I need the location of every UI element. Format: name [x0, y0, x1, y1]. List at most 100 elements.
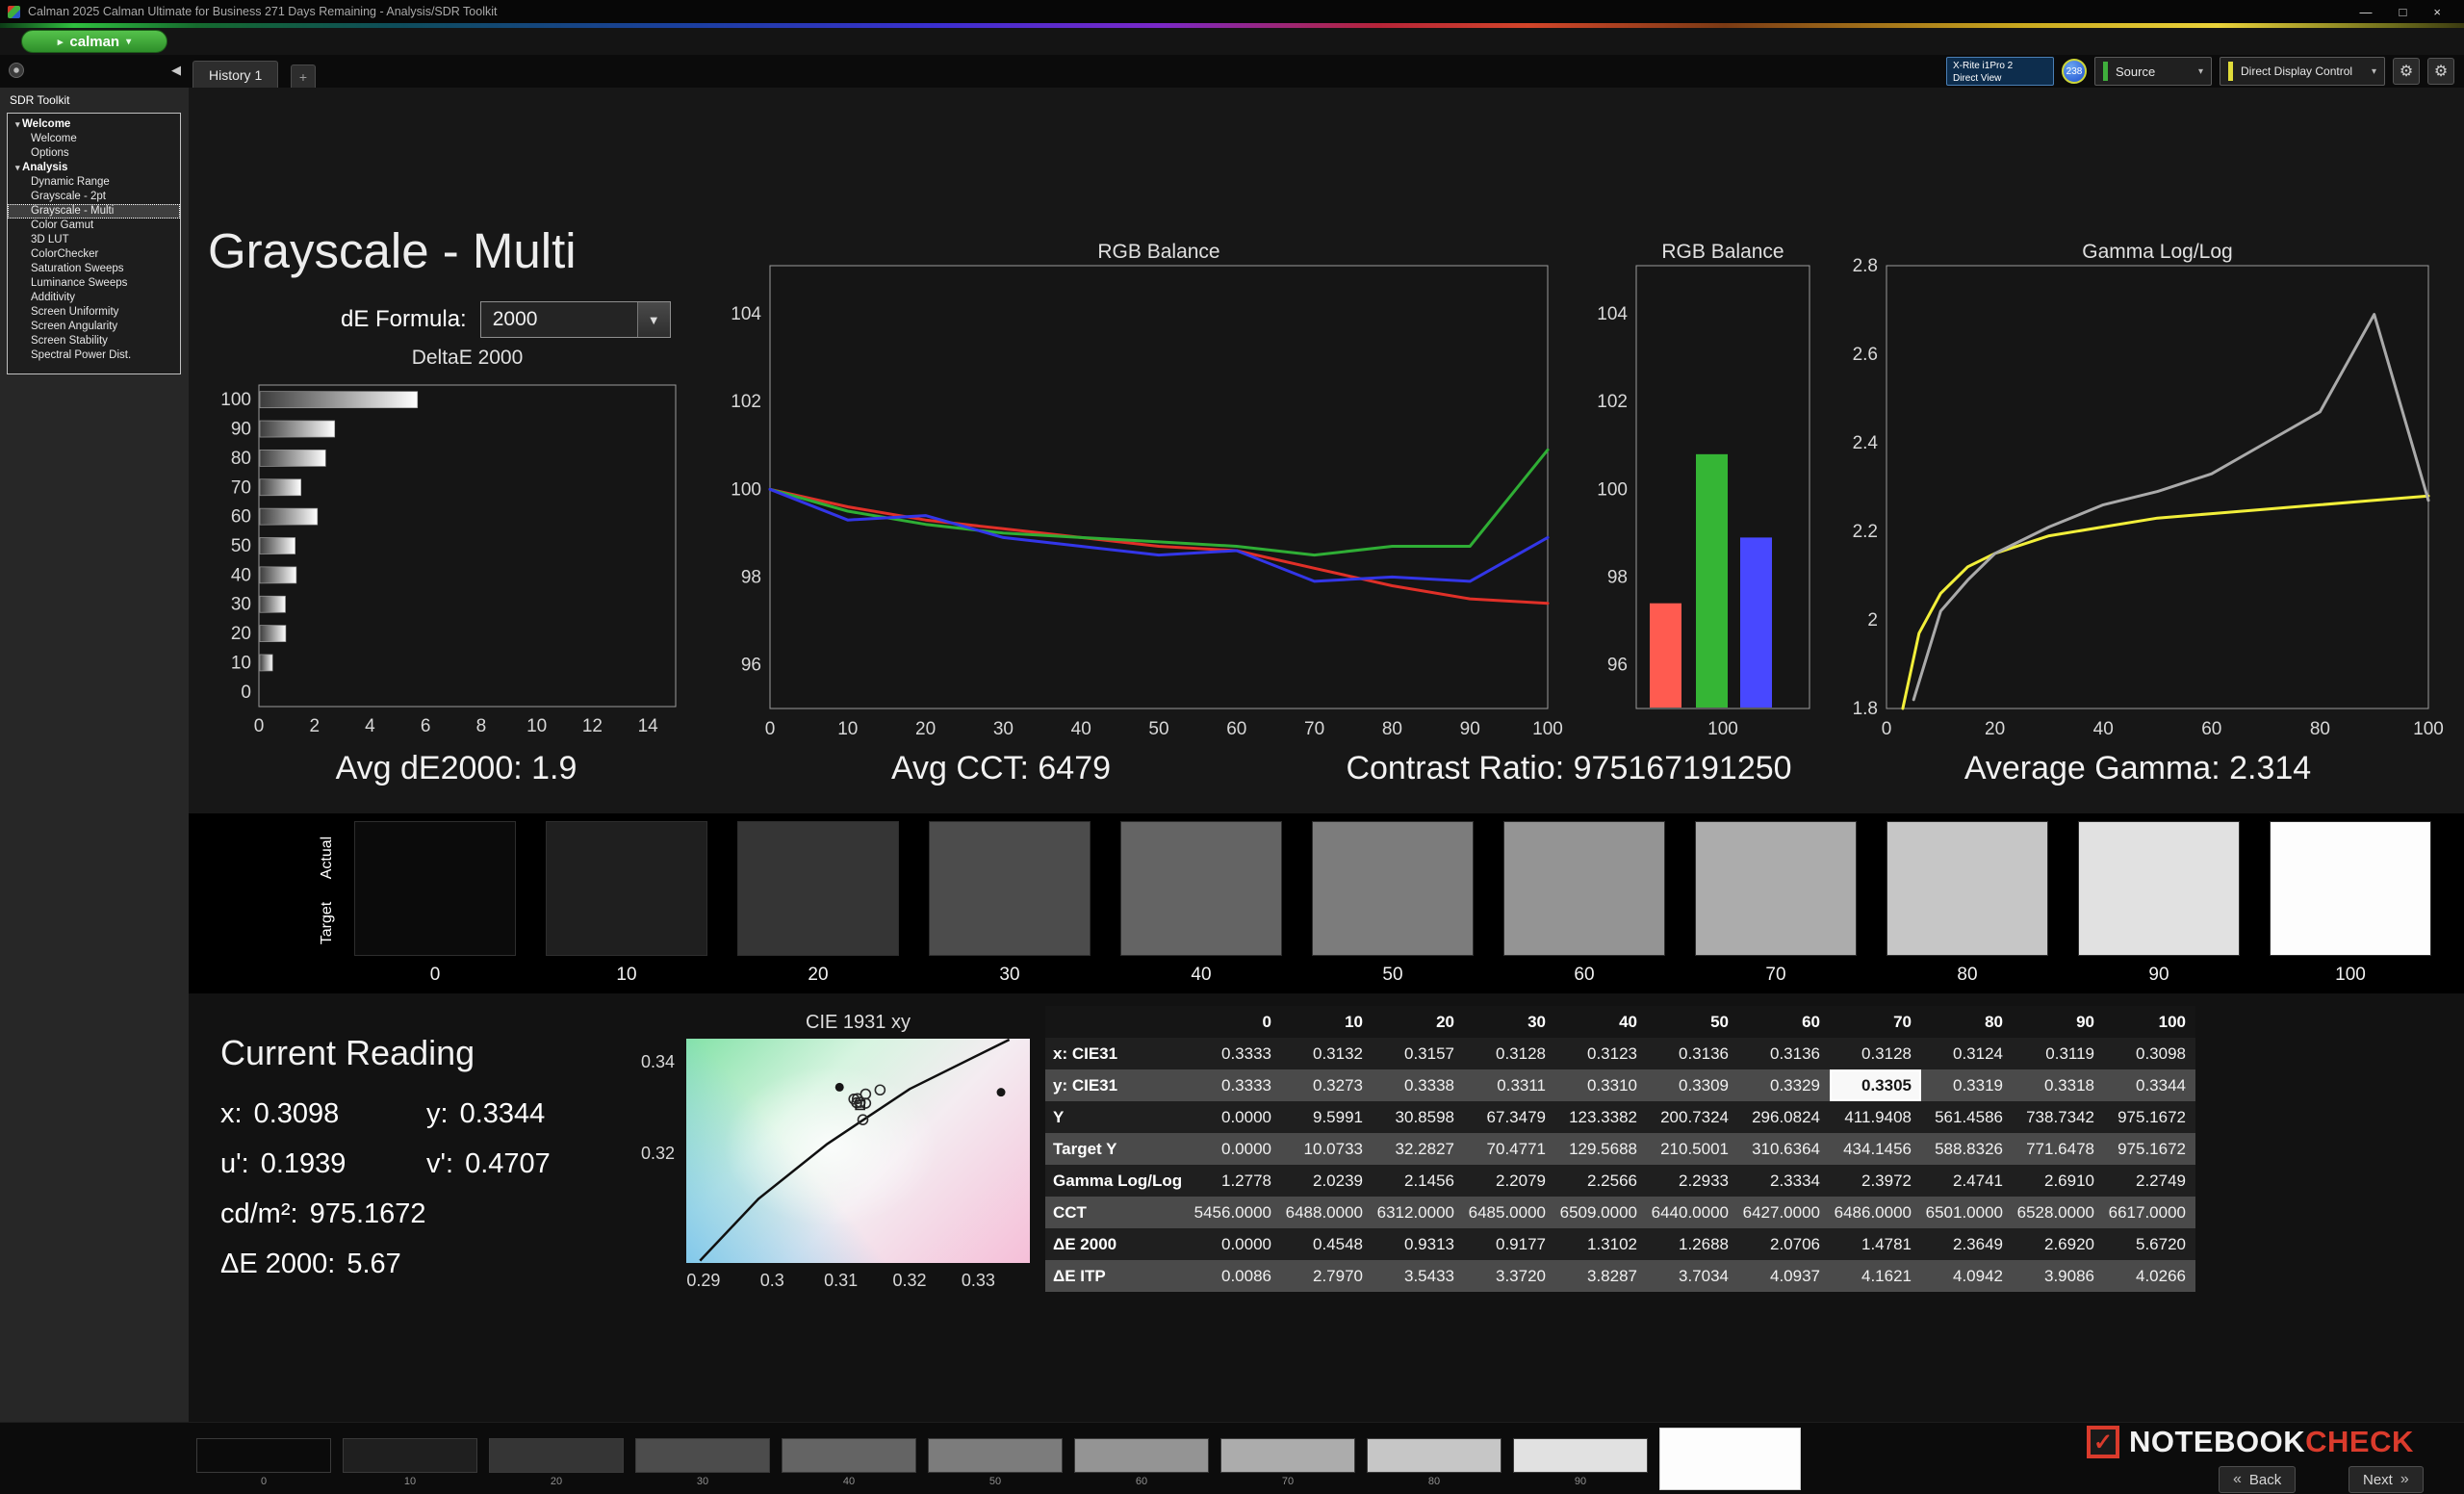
table-cell: 6509.0000 [1555, 1197, 1647, 1228]
table-cell: 6486.0000 [1830, 1197, 1921, 1228]
table-cell: 0.3128 [1830, 1038, 1921, 1069]
patch-30[interactable]: 30 [635, 1438, 770, 1487]
sidebar-item-spectral-power-dist-[interactable]: Spectral Power Dist. [8, 348, 180, 363]
patch-40[interactable]: 40 [782, 1438, 916, 1487]
meter-device-button[interactable]: X-Rite i1Pro 2 Direct View [1946, 57, 2054, 86]
sidebar-item-saturation-sweeps[interactable]: Saturation Sweeps [8, 262, 180, 276]
patch-10[interactable]: 10 [343, 1438, 477, 1487]
table-cell: 30.8598 [1373, 1101, 1464, 1133]
tab-history-1[interactable]: History 1 [192, 61, 279, 88]
patch-50[interactable]: 50 [928, 1438, 1063, 1487]
table-col-header: 100 [2104, 1006, 2195, 1038]
table-cell: 0.0000 [1190, 1228, 1281, 1260]
sidebar-item-grayscale-2pt[interactable]: Grayscale - 2pt [8, 190, 180, 204]
grayscale-swatch-40: 40 [1120, 821, 1282, 986]
table-col-header: 40 [1555, 1006, 1647, 1038]
svg-text:80: 80 [1382, 719, 1402, 739]
settings-gear-icon[interactable]: ⚙ [2393, 58, 2420, 85]
table-cell: 210.5001 [1647, 1133, 1738, 1165]
sidebar-item-welcome[interactable]: Welcome [8, 132, 180, 146]
table-cell: 70.4771 [1464, 1133, 1555, 1165]
display-control-dropdown[interactable]: Direct Display Control ▾ [2220, 57, 2385, 86]
actual-label: Actual [319, 836, 335, 880]
table-cell: 67.3479 [1464, 1101, 1555, 1133]
svg-text:2.2: 2.2 [1853, 522, 1878, 542]
table-cell: 0.3098 [2104, 1038, 2195, 1069]
svg-text:8: 8 [476, 716, 487, 736]
table-cell: 0.3310 [1555, 1069, 1647, 1101]
next-button[interactable]: Next » [2348, 1466, 2424, 1493]
source-dropdown[interactable]: Source ▾ [2094, 57, 2212, 86]
sidebar-item-luminance-sweeps[interactable]: Luminance Sweeps [8, 276, 180, 291]
display-control-accent-icon [2228, 62, 2233, 81]
meter-status-badge: 238 [2062, 59, 2087, 84]
close-icon[interactable]: × [2433, 5, 2441, 19]
cie-yticks: 0.32 0.34 [630, 1039, 679, 1263]
table-row-label: Target Y [1045, 1133, 1190, 1165]
add-tab-button[interactable]: + [291, 64, 316, 88]
maximize-icon[interactable]: □ [2400, 5, 2407, 19]
bottom-bar: 0 10 20 30 40 50 60 70 80 90 ✓ NOTEBOOKCHECK « Ba… [0, 1422, 2464, 1494]
patch-80[interactable]: 80 [1367, 1438, 1502, 1487]
table-row-label: Y [1045, 1101, 1190, 1133]
table-cell: 561.4586 [1921, 1101, 2013, 1133]
table-cell: 6427.0000 [1738, 1197, 1830, 1228]
patch-70[interactable]: 70 [1220, 1438, 1355, 1487]
table-col-header: 90 [2013, 1006, 2104, 1038]
minimize-icon[interactable]: — [2360, 5, 2373, 19]
table-cell: 3.5433 [1373, 1260, 1464, 1292]
svg-text:0: 0 [241, 683, 251, 703]
sidebar-item-screen-stability[interactable]: Screen Stability [8, 334, 180, 348]
sidebar-item-screen-uniformity[interactable]: Screen Uniformity [8, 305, 180, 320]
table-col-header: 80 [1921, 1006, 2013, 1038]
sidebar-item-grayscale-multi[interactable]: Grayscale - Multi [8, 204, 180, 219]
sidebar-item-dynamic-range[interactable]: Dynamic Range [8, 175, 180, 190]
table-cell: 296.0824 [1738, 1101, 1830, 1133]
calman-menu-button[interactable]: ▸ calman ▾ [21, 30, 167, 53]
sidebar-item-3d-lut[interactable]: 3D LUT [8, 233, 180, 247]
sidebar-item-color-gamut[interactable]: Color Gamut [8, 219, 180, 233]
grayscale-swatches: 0 10 20 30 40 50 60 70 80 90 100 [354, 821, 2431, 986]
back-button[interactable]: « Back [2219, 1466, 2297, 1493]
tab-scroll-left-icon[interactable]: ◀ [171, 63, 181, 78]
titlebar: Calman 2025 Calman Ultimate for Business… [0, 0, 2464, 23]
patch-60[interactable]: 60 [1074, 1438, 1209, 1487]
sidebar-item-analysis[interactable]: Analysis [8, 161, 180, 175]
table-cell: 1.2778 [1190, 1165, 1281, 1197]
window-title: Calman 2025 Calman Ultimate for Business… [28, 5, 498, 18]
table-cell: 2.2933 [1647, 1165, 1738, 1197]
de-formula-dropdown[interactable]: 2000 ▼ [479, 301, 671, 338]
svg-text:70: 70 [1304, 719, 1324, 739]
svg-text:RGB Balance: RGB Balance [1661, 241, 1784, 263]
table-cell: 123.3382 [1555, 1101, 1647, 1133]
table-row-label: Gamma Log/Log [1045, 1165, 1190, 1197]
sidebar-item-screen-angularity[interactable]: Screen Angularity [8, 320, 180, 334]
grayscale-strip: Actual Target 0 10 20 30 40 50 60 70 80 90 100 [189, 813, 2464, 993]
table-cell: 2.3972 [1830, 1165, 1921, 1197]
cie-title: CIE 1931 xy [806, 1012, 911, 1033]
sidebar-item-options[interactable]: Options [8, 146, 180, 161]
table-corner [1045, 1006, 1190, 1038]
workflow-gear-icon[interactable]: ⚙ [2427, 58, 2454, 85]
sidebar-item-welcome[interactable]: Welcome [8, 117, 180, 132]
svg-text:80: 80 [2310, 719, 2330, 739]
patch-100[interactable] [1659, 1428, 1801, 1490]
svg-text:96: 96 [741, 655, 761, 675]
chevron-down-icon: ▾ [2197, 65, 2203, 77]
table-cell: 0.0086 [1190, 1260, 1281, 1292]
svg-text:DeltaE 2000: DeltaE 2000 [412, 347, 524, 369]
svg-text:0: 0 [765, 719, 776, 739]
table-cell: 3.7034 [1647, 1260, 1738, 1292]
patch-20[interactable]: 20 [489, 1438, 624, 1487]
deltae-chart: DeltaE 2000 0 10 20 30 40 50 60 70 80 90 100 0 2 4 6 8 10… [207, 343, 700, 752]
patch-90[interactable]: 90 [1513, 1438, 1648, 1487]
sidebar-item-colorchecker[interactable]: ColorChecker [8, 247, 180, 262]
page-title: Grayscale - Multi [208, 223, 577, 278]
sidebar-item-additivity[interactable]: Additivity [8, 291, 180, 305]
tab-label: History 1 [209, 66, 263, 83]
grayscale-swatch-70: 70 [1695, 821, 1857, 986]
patch-0[interactable]: 0 [196, 1438, 331, 1487]
table-cell: 200.7324 [1647, 1101, 1738, 1133]
sidebar-toggle-icon[interactable] [9, 63, 24, 78]
svg-text:30: 30 [993, 719, 1014, 739]
